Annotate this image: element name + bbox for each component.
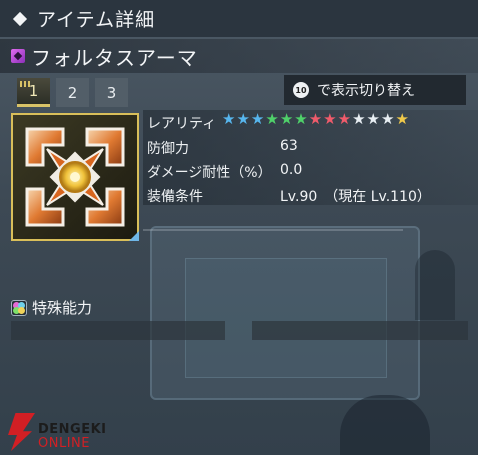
- page-title: アイテム詳細: [37, 9, 156, 31]
- defense-value: 63: [280, 138, 298, 154]
- defense-label: 防御力: [147, 141, 189, 157]
- background-figure: [415, 250, 455, 320]
- rarity-star: ★: [337, 110, 352, 128]
- equip-requirement-label: 装備条件: [147, 189, 203, 205]
- armor-category-icon: [11, 49, 25, 63]
- tab-2[interactable]: 2: [56, 78, 89, 107]
- rarity-star: ★: [265, 110, 279, 128]
- dengeki-logo-icon: [8, 413, 35, 451]
- armor-emblem-icon: [25, 127, 125, 227]
- damage-resistance-label: ダメージ耐性（%）: [147, 165, 272, 181]
- toggle-display-label: で表示切り替え: [317, 83, 415, 99]
- rarity-star: ★: [323, 110, 337, 128]
- controller-button-icon: 10: [293, 82, 309, 98]
- tab-1[interactable]: 1: [17, 78, 50, 107]
- equip-requirement-value: Lv.90 （現在 Lv.110）: [280, 189, 431, 205]
- special-ability-heading: 特殊能力: [11, 297, 92, 318]
- stats-divider: [143, 229, 403, 231]
- rarity-star: ★: [395, 110, 409, 128]
- rarity-star: ★: [366, 110, 380, 128]
- rarity-star: ★: [250, 110, 265, 128]
- damage-resistance-row: ダメージ耐性（%） 0.0: [147, 162, 302, 182]
- rarity-star: ★: [294, 110, 308, 128]
- rarity-stars: ★ ★ ★ ★ ★ ★ ★ ★ ★ ★ ★ ★ ★: [222, 112, 409, 133]
- rarity-star: ★: [279, 110, 294, 128]
- special-ability-label: 特殊能力: [32, 299, 93, 317]
- diamond-icon: [12, 11, 28, 26]
- watermark-line2: ONLINE: [38, 436, 90, 451]
- rarity-row: レアリティ ★ ★ ★ ★ ★ ★ ★ ★ ★ ★ ★ ★ ★: [147, 112, 409, 133]
- damage-resistance-value: 0.0: [280, 162, 303, 178]
- special-ability-icon: [11, 299, 27, 316]
- item-icon-frame: [11, 113, 139, 241]
- item-name: フォルタスアーマ: [31, 45, 198, 70]
- background-character-silhouette: [340, 395, 430, 455]
- toggle-display-button[interactable]: 10 で表示切り替え: [284, 75, 466, 105]
- rarity-star: ★: [352, 110, 366, 128]
- dengeki-online-watermark: DENGEKI ONLINE: [5, 413, 107, 451]
- page-tabs: 1 2 3: [17, 78, 128, 107]
- item-name-bar: フォルタスアーマ: [0, 39, 478, 73]
- defense-row: 防御力 63: [147, 138, 298, 158]
- rarity-star: ★: [308, 110, 323, 128]
- background-window: [185, 258, 387, 378]
- watermark-line1: DENGEKI: [38, 422, 107, 437]
- special-ability-slot-2: [252, 321, 468, 340]
- tab-3[interactable]: 3: [95, 78, 128, 107]
- rarity-star: ★: [380, 110, 395, 128]
- header-bar: アイテム詳細: [0, 0, 478, 37]
- rarity-star: ★: [236, 110, 250, 128]
- equip-requirement-row: 装備条件 Lv.90 （現在 Lv.110）: [147, 186, 431, 206]
- rarity-star: ★: [222, 110, 236, 128]
- special-ability-slot-1: [11, 321, 225, 340]
